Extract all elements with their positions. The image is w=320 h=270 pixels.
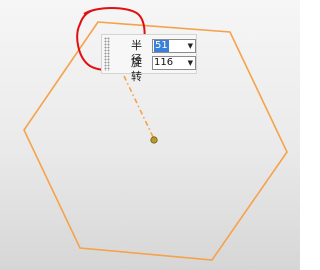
dynamic-input-panel[interactable]: 半径 51 ▼ 旋转 116 ▼	[101, 34, 197, 83]
rotation-value[interactable]: 116	[154, 57, 173, 69]
center-point[interactable]	[150, 136, 158, 144]
drawing-viewport[interactable]: 半径 51 ▼ 旋转 116 ▼	[0, 0, 300, 270]
drag-handle-icon[interactable]	[104, 37, 110, 71]
chevron-down-icon[interactable]: ▼	[188, 40, 193, 52]
rotation-label: 旋转	[131, 56, 142, 83]
radius-value[interactable]: 51	[154, 40, 169, 52]
rotation-field[interactable]: 116 ▼	[152, 56, 196, 70]
chevron-down-icon[interactable]: ▼	[188, 57, 193, 69]
radius-field[interactable]: 51 ▼	[152, 39, 196, 53]
radius-guide-line	[123, 75, 155, 140]
